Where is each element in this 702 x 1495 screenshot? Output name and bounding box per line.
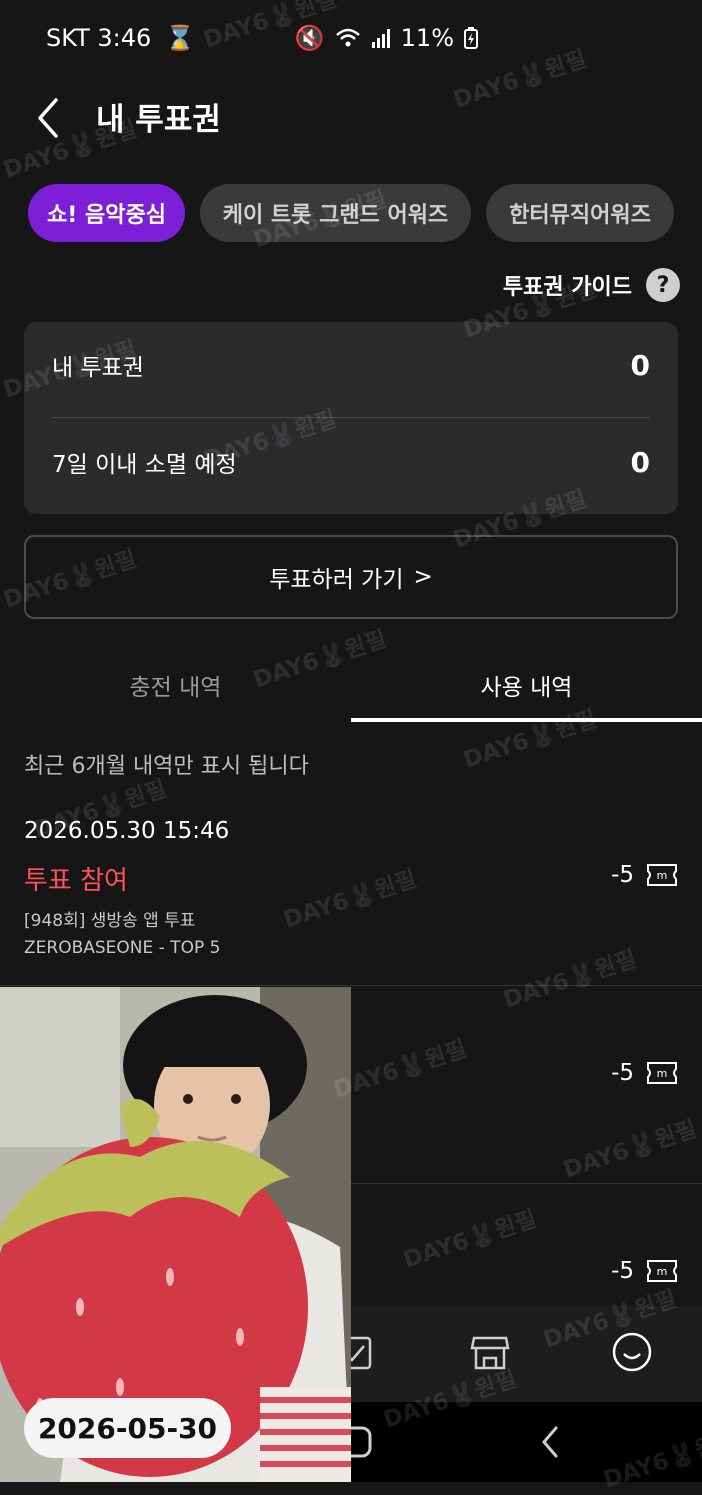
page-title: 내 투표권 bbox=[96, 102, 221, 138]
ticket-icon: m bbox=[647, 864, 677, 886]
my-votes-row: 내 투표권 0 bbox=[52, 348, 650, 382]
chip-show-music-core[interactable]: 쇼! 음악중심 bbox=[28, 184, 185, 242]
ticket-icon: m bbox=[647, 1062, 677, 1084]
status-bar-right: 🔇 11% bbox=[295, 24, 478, 52]
entry-divider bbox=[0, 985, 702, 986]
watermark-text: DAY6🐰원필 bbox=[500, 946, 640, 1014]
system-back-icon[interactable] bbox=[538, 1424, 562, 1460]
photo-date-badge: 2026-05-30 bbox=[24, 1398, 231, 1458]
my-votes-value: 0 bbox=[630, 348, 650, 382]
svg-text:m: m bbox=[657, 1067, 668, 1080]
back-arrow-icon[interactable] bbox=[32, 96, 72, 140]
entry-amount: -5 m bbox=[611, 1258, 678, 1284]
entry-amount: -5 m bbox=[611, 1060, 678, 1086]
my-votes-label: 내 투표권 bbox=[52, 355, 144, 381]
store-nav-icon[interactable] bbox=[468, 1330, 512, 1374]
mute-icon: 🔇 bbox=[294, 24, 325, 52]
entry-subject: ZEROBASEONE - TOP 5 bbox=[24, 938, 221, 958]
wifi-icon bbox=[335, 28, 360, 47]
entry-amount-value: -5 bbox=[611, 1258, 634, 1284]
expiring-votes-row: 7일 이내 소멸 예정 0 bbox=[52, 445, 650, 479]
my-page-nav-icon[interactable] bbox=[610, 1330, 654, 1374]
vote-guide-label: 투표권 가이드 bbox=[502, 275, 632, 300]
ticket-icon: m bbox=[647, 1260, 677, 1282]
expiring-votes-value: 0 bbox=[630, 445, 650, 479]
history-notice: 최근 6개월 내역만 표시 됩니다 bbox=[24, 754, 309, 779]
vote-guide-link[interactable]: 투표권 가이드 ? bbox=[503, 268, 680, 302]
battery-charging-icon bbox=[464, 27, 478, 49]
svg-text:m: m bbox=[657, 869, 668, 882]
signal-icon bbox=[371, 29, 390, 48]
entry-amount: -5 m bbox=[611, 862, 678, 888]
chip-k-trot-grand-awards[interactable]: 케이 트롯 그랜드 어워즈 bbox=[200, 184, 471, 242]
entry-date: 2026.05.30 15:46 bbox=[24, 818, 230, 844]
watermark-text: DAY6🐰원필 bbox=[280, 866, 420, 934]
tab-charge-history[interactable]: 충전 내역 bbox=[0, 668, 351, 722]
battery-percent: 11% bbox=[400, 24, 454, 52]
entry-amount-value: -5 bbox=[611, 1060, 634, 1086]
chevron-right-icon: > bbox=[413, 564, 433, 590]
carrier-time: SKT 3:46 bbox=[46, 24, 152, 52]
question-icon: ? bbox=[646, 268, 680, 302]
entry-detail: [948회] 생방송 앱 투표 bbox=[24, 911, 196, 931]
expiring-votes-label: 7일 이내 소멸 예정 bbox=[52, 452, 237, 478]
svg-text:m: m bbox=[657, 1265, 668, 1278]
card-divider bbox=[52, 417, 650, 418]
chip-hanteo-music-awards[interactable]: 한터뮤직어워즈 bbox=[486, 184, 674, 242]
go-vote-button[interactable]: 투표하러 가기 > bbox=[24, 535, 678, 619]
watermark-text: DAY6🐰원필 bbox=[560, 1116, 700, 1184]
vote-balance-card: 내 투표권 0 7일 이내 소멸 예정 0 bbox=[24, 322, 678, 514]
watermark-text: DAY6🐰원필 bbox=[400, 1206, 540, 1274]
entry-amount-value: -5 bbox=[611, 862, 634, 888]
entry-type: 투표 참여 bbox=[24, 866, 128, 896]
go-vote-label: 투표하러 가기 bbox=[269, 567, 404, 593]
status-bar-left: SKT 3:46 ⌛ bbox=[46, 24, 195, 52]
tab-usage-history[interactable]: 사용 내역 bbox=[351, 668, 702, 722]
hourglass-icon: ⌛ bbox=[165, 24, 196, 52]
tab-active-indicator bbox=[351, 718, 702, 722]
